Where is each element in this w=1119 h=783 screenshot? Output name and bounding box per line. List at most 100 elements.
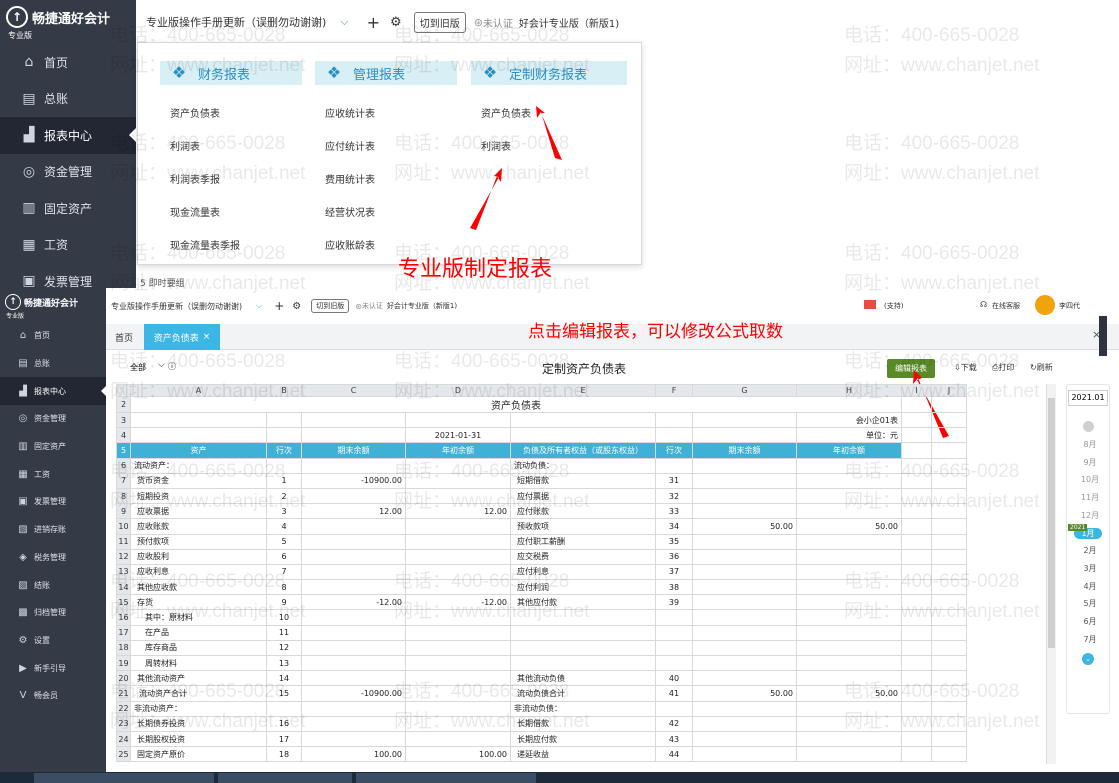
cell[interactable]: 12 bbox=[266, 639, 302, 657]
year-box[interactable]: 2021.01 bbox=[1068, 390, 1108, 406]
cell[interactable] bbox=[692, 503, 797, 520]
cell[interactable]: 12.00 bbox=[405, 503, 511, 520]
cell[interactable] bbox=[931, 503, 967, 520]
column-letter[interactable]: H bbox=[796, 384, 902, 397]
cell[interactable] bbox=[692, 487, 797, 505]
row-number[interactable]: 22 bbox=[116, 700, 131, 717]
cell[interactable]: 11 bbox=[266, 624, 302, 641]
cell[interactable]: 长期应付款 bbox=[510, 730, 656, 748]
cell[interactable]: 长期借款 bbox=[510, 715, 656, 732]
cell[interactable] bbox=[301, 609, 406, 626]
cell[interactable] bbox=[931, 715, 967, 732]
cell[interactable] bbox=[901, 487, 932, 505]
row-number[interactable]: 25 bbox=[116, 746, 131, 763]
cell[interactable] bbox=[901, 503, 932, 520]
cell[interactable] bbox=[692, 472, 797, 489]
cell[interactable] bbox=[266, 411, 302, 429]
cell[interactable]: 短期借款 bbox=[510, 472, 656, 489]
cell[interactable] bbox=[301, 563, 406, 581]
cell[interactable] bbox=[796, 594, 902, 611]
cell[interactable] bbox=[931, 654, 967, 672]
cell[interactable]: 50.00 bbox=[796, 518, 902, 535]
cell[interactable] bbox=[931, 487, 967, 505]
cell[interactable] bbox=[901, 518, 932, 535]
cell[interactable]: 4 bbox=[266, 518, 302, 535]
cell[interactable] bbox=[655, 624, 693, 641]
cell[interactable] bbox=[405, 700, 511, 717]
cell[interactable] bbox=[405, 639, 511, 657]
cell[interactable] bbox=[692, 609, 797, 626]
cell[interactable]: 5 bbox=[266, 533, 302, 550]
cell[interactable] bbox=[655, 700, 693, 717]
cell[interactable]: 应付利润 bbox=[510, 579, 656, 596]
scrollbar-thumb[interactable] bbox=[1048, 398, 1055, 648]
cell[interactable] bbox=[405, 548, 511, 565]
month-item[interactable]: 3月 bbox=[1070, 563, 1110, 574]
cell[interactable] bbox=[901, 427, 932, 444]
cell[interactable]: 在产品 bbox=[130, 624, 267, 641]
cell[interactable] bbox=[405, 487, 511, 505]
cell[interactable]: 长期股权投资 bbox=[130, 730, 267, 748]
row-number[interactable]: 23 bbox=[116, 715, 131, 732]
cell[interactable] bbox=[692, 730, 797, 748]
cell[interactable] bbox=[901, 594, 932, 611]
column-letter[interactable]: G bbox=[692, 384, 797, 397]
cell[interactable] bbox=[301, 624, 406, 641]
cell[interactable]: 应付职工薪酬 bbox=[510, 533, 656, 550]
cell[interactable] bbox=[901, 654, 932, 672]
cell[interactable] bbox=[405, 609, 511, 626]
cell[interactable]: 货币资金 bbox=[130, 472, 267, 489]
month-item[interactable]: 4月 bbox=[1070, 581, 1110, 592]
month-item[interactable]: 8月 bbox=[1070, 439, 1110, 450]
row-number[interactable]: 4 bbox=[116, 427, 131, 444]
row-number[interactable]: 18 bbox=[116, 639, 131, 657]
row-number[interactable]: 5 bbox=[116, 442, 131, 459]
cell[interactable]: 3 bbox=[266, 503, 302, 520]
header-cell[interactable]: 负债及所有者权益（或股东权益） bbox=[510, 442, 656, 459]
cell[interactable]: 流动资产合计 bbox=[130, 685, 267, 702]
cell[interactable] bbox=[510, 624, 656, 641]
taskbar-button-1[interactable] bbox=[34, 773, 214, 783]
cell[interactable]: 应付票据 bbox=[510, 487, 656, 505]
cell[interactable]: 其中：原材料 bbox=[130, 609, 267, 626]
cell[interactable] bbox=[692, 639, 797, 657]
cell[interactable] bbox=[130, 411, 267, 429]
cell[interactable]: 100.00 bbox=[301, 746, 406, 763]
cell[interactable]: 其他流动负债 bbox=[510, 670, 656, 687]
cell[interactable] bbox=[655, 457, 693, 474]
row-number[interactable]: 19 bbox=[116, 654, 131, 672]
cell[interactable] bbox=[931, 427, 967, 444]
cell[interactable] bbox=[901, 563, 932, 581]
row-number[interactable]: 15 bbox=[116, 594, 131, 611]
cell[interactable]: 短期投资 bbox=[130, 487, 267, 505]
cell[interactable] bbox=[405, 472, 511, 489]
cell[interactable] bbox=[510, 654, 656, 672]
cell[interactable]: 32 bbox=[655, 487, 693, 505]
cell[interactable] bbox=[931, 548, 967, 565]
cell[interactable] bbox=[796, 533, 902, 550]
cell[interactable] bbox=[901, 685, 932, 702]
cell[interactable]: 库存商品 bbox=[130, 639, 267, 657]
month-item[interactable]: 11月 bbox=[1070, 492, 1110, 503]
cell[interactable] bbox=[931, 685, 967, 702]
month-item[interactable]: 2月 bbox=[1070, 545, 1110, 556]
cell[interactable]: 非流动负债： bbox=[510, 700, 656, 717]
month-scroll-down-icon[interactable]: ⌄ bbox=[1082, 653, 1094, 665]
cell[interactable] bbox=[931, 609, 967, 626]
cell[interactable] bbox=[655, 609, 693, 626]
side-handle[interactable] bbox=[1099, 316, 1107, 356]
cell[interactable]: -10900.00 bbox=[301, 472, 406, 489]
cell[interactable] bbox=[901, 700, 932, 717]
cell[interactable] bbox=[931, 624, 967, 641]
cell[interactable]: 存货 bbox=[130, 594, 267, 611]
cell[interactable] bbox=[655, 654, 693, 672]
cell[interactable]: 流动负债合计 bbox=[510, 685, 656, 702]
cell[interactable]: 8 bbox=[266, 579, 302, 596]
month-item[interactable]: 10月 bbox=[1070, 474, 1110, 485]
row-number[interactable]: 11 bbox=[116, 533, 131, 550]
cell[interactable] bbox=[901, 411, 932, 429]
cell[interactable] bbox=[931, 579, 967, 596]
cell[interactable] bbox=[266, 457, 302, 474]
cell[interactable]: 14 bbox=[266, 670, 302, 687]
row-number[interactable]: 20 bbox=[116, 670, 131, 687]
